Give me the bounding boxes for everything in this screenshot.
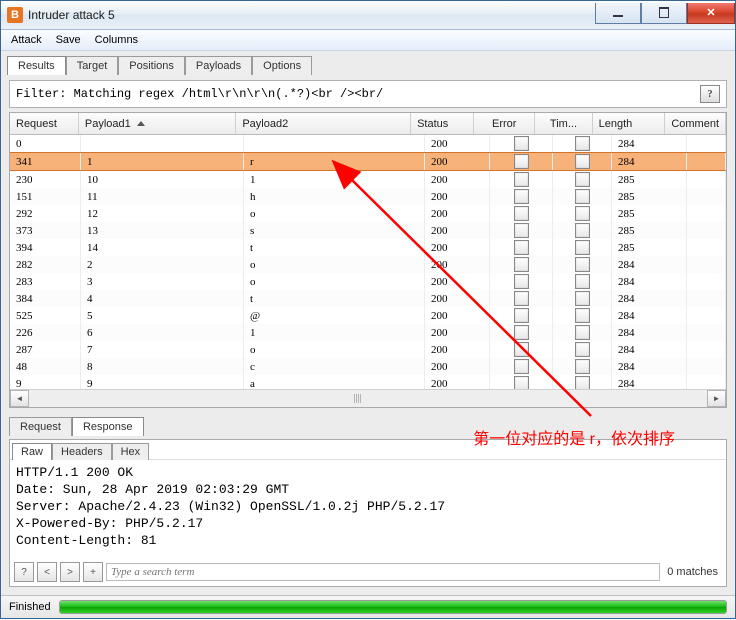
close-button[interactable] xyxy=(687,3,735,24)
table-row[interactable]: 2833o200284 xyxy=(10,273,726,290)
col-comment[interactable]: Comment xyxy=(665,113,726,134)
checkbox-icon xyxy=(514,376,529,389)
scroll-right-icon[interactable]: ► xyxy=(707,390,726,407)
search-back-button[interactable]: < xyxy=(37,562,57,582)
search-fwd-button[interactable]: > xyxy=(60,562,80,582)
tab-headers[interactable]: Headers xyxy=(52,443,112,460)
tab-results[interactable]: Results xyxy=(7,56,66,75)
col-status[interactable]: Status xyxy=(411,113,474,134)
maximize-button[interactable] xyxy=(641,3,687,24)
table-body[interactable]: 02002843411r20028423010120028515111h2002… xyxy=(10,135,726,389)
tab-hex[interactable]: Hex xyxy=(112,443,150,460)
table-row[interactable]: 29212o200285 xyxy=(10,205,726,222)
main-tabstrip: Results Target Positions Payloads Option… xyxy=(1,51,735,74)
checkbox-icon xyxy=(575,257,590,272)
table-row[interactable]: 39414t200285 xyxy=(10,239,726,256)
checkbox-icon xyxy=(575,223,590,238)
checkbox-icon xyxy=(575,240,590,255)
app-icon: B xyxy=(7,7,23,23)
checkbox-icon xyxy=(575,206,590,221)
checkbox-icon xyxy=(575,325,590,340)
checkbox-icon xyxy=(514,136,529,151)
checkbox-icon xyxy=(514,257,529,272)
search-add-button[interactable]: + xyxy=(83,562,103,582)
table-row[interactable]: 0200284 xyxy=(10,135,726,152)
menu-attack[interactable]: Attack xyxy=(5,32,48,48)
checkbox-icon xyxy=(514,325,529,340)
col-timeout[interactable]: Tim... xyxy=(535,113,592,134)
checkbox-icon xyxy=(575,136,590,151)
checkbox-icon xyxy=(514,274,529,289)
col-payload1[interactable]: Payload1 xyxy=(79,113,236,134)
tab-payloads[interactable]: Payloads xyxy=(185,56,252,75)
checkbox-icon xyxy=(514,240,529,255)
tab-positions[interactable]: Positions xyxy=(118,56,185,75)
scroll-left-icon[interactable]: ◄ xyxy=(10,390,29,407)
col-length[interactable]: Length xyxy=(593,113,666,134)
checkbox-icon xyxy=(575,291,590,306)
checkbox-icon xyxy=(575,172,590,187)
menu-save[interactable]: Save xyxy=(50,32,87,48)
col-request[interactable]: Request xyxy=(10,113,79,134)
table-h-scrollbar[interactable]: ◄ ► xyxy=(10,389,726,407)
status-bar: Finished xyxy=(1,595,735,618)
checkbox-icon xyxy=(514,291,529,306)
table-row[interactable]: 2822o200284 xyxy=(10,256,726,273)
response-body[interactable]: HTTP/1.1 200 OKDate: Sun, 28 Apr 2019 02… xyxy=(10,459,726,560)
minimize-button[interactable] xyxy=(595,3,641,24)
checkbox-icon xyxy=(575,189,590,204)
filter-help-button[interactable]: ? xyxy=(700,85,720,103)
table-row[interactable]: 230101200285 xyxy=(10,171,726,188)
tab-raw[interactable]: Raw xyxy=(12,443,52,460)
detail-tabstrip: Request Response xyxy=(9,416,727,435)
checkbox-icon xyxy=(575,342,590,357)
table-row[interactable]: 2877o200284 xyxy=(10,341,726,358)
tab-response[interactable]: Response xyxy=(72,417,144,436)
tab-target[interactable]: Target xyxy=(66,56,119,75)
search-bar: ? < > + 0 matches xyxy=(10,560,726,586)
checkbox-icon xyxy=(575,308,590,323)
tab-request[interactable]: Request xyxy=(9,417,72,436)
checkbox-icon xyxy=(514,359,529,374)
col-error[interactable]: Error xyxy=(474,113,535,134)
table-row[interactable]: 99a200284 xyxy=(10,375,726,389)
checkbox-icon xyxy=(514,342,529,357)
table-row[interactable]: 3844t200284 xyxy=(10,290,726,307)
checkbox-icon xyxy=(575,359,590,374)
filter-text: Filter: Matching regex /html\r\n\r\n(.*?… xyxy=(16,87,383,101)
results-table: Request Payload1 Payload2 Status Error T… xyxy=(9,112,727,408)
status-text: Finished xyxy=(9,601,51,613)
checkbox-icon xyxy=(514,154,529,169)
response-subtabs: Raw Headers Hex xyxy=(10,440,726,459)
menu-columns[interactable]: Columns xyxy=(89,32,144,48)
titlebar: B Intruder attack 5 xyxy=(1,1,735,30)
checkbox-icon xyxy=(514,206,529,221)
checkbox-icon xyxy=(575,376,590,389)
tab-options[interactable]: Options xyxy=(252,56,312,75)
menubar: Attack Save Columns xyxy=(1,30,735,51)
checkbox-icon xyxy=(514,189,529,204)
progress-bar xyxy=(59,600,727,614)
table-row[interactable]: 37313s200285 xyxy=(10,222,726,239)
window-title: Intruder attack 5 xyxy=(28,8,115,22)
response-panel: Raw Headers Hex HTTP/1.1 200 OKDate: Sun… xyxy=(9,439,727,587)
table-row[interactable]: 5255@200284 xyxy=(10,307,726,324)
filter-bar[interactable]: Filter: Matching regex /html\r\n\r\n(.*?… xyxy=(9,80,727,108)
table-header: Request Payload1 Payload2 Status Error T… xyxy=(10,113,726,135)
checkbox-icon xyxy=(575,274,590,289)
col-payload2[interactable]: Payload2 xyxy=(236,113,411,134)
sort-asc-icon xyxy=(137,121,145,126)
table-row[interactable]: 15111h200285 xyxy=(10,188,726,205)
search-prev-button[interactable]: ? xyxy=(14,562,34,582)
table-row[interactable]: 488c200284 xyxy=(10,358,726,375)
table-row[interactable]: 3411r200284 xyxy=(10,152,726,171)
search-input[interactable] xyxy=(106,563,660,581)
checkbox-icon xyxy=(575,154,590,169)
checkbox-icon xyxy=(514,223,529,238)
checkbox-icon xyxy=(514,172,529,187)
table-row[interactable]: 22661200284 xyxy=(10,324,726,341)
search-matches: 0 matches xyxy=(663,566,722,578)
checkbox-icon xyxy=(514,308,529,323)
